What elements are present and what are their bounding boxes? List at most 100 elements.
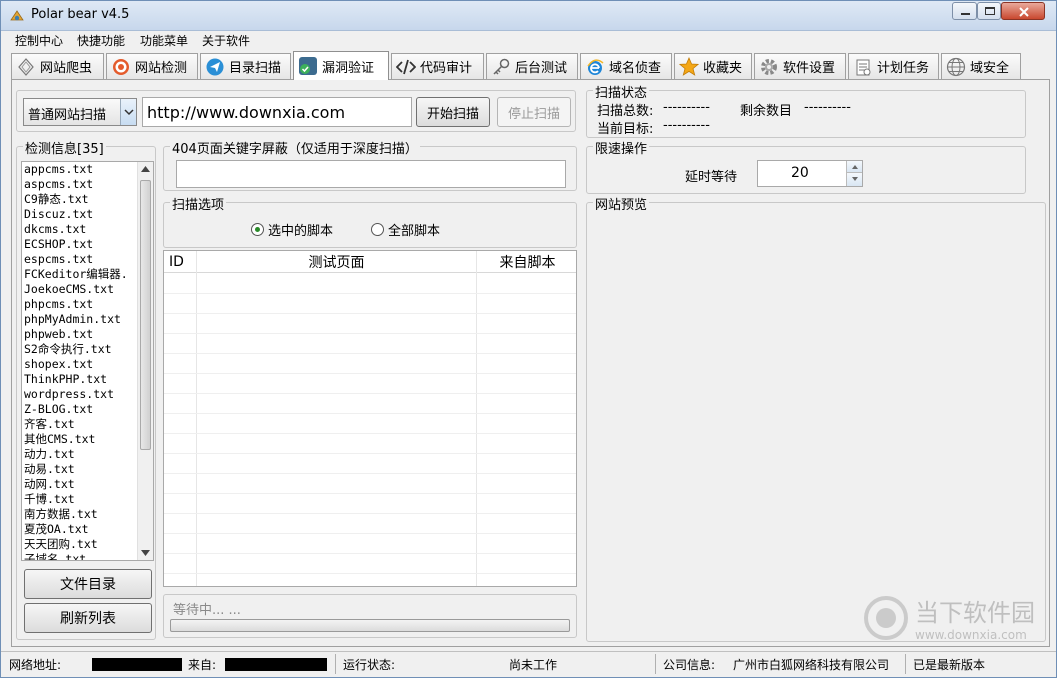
- list-item[interactable]: 天天团购.txt: [22, 537, 153, 552]
- site-preview-legend: 网站预览: [593, 194, 650, 213]
- chevron-down-icon: [120, 99, 136, 125]
- maximize-icon: [985, 7, 995, 15]
- list-item[interactable]: espcms.txt: [22, 252, 153, 267]
- list-item[interactable]: Discuz.txt: [22, 207, 153, 222]
- tab-favorites[interactable]: 收藏夹: [674, 53, 752, 79]
- radio-checked-icon: [251, 223, 264, 236]
- scan-mode-select[interactable]: 普通网站扫描: [23, 98, 137, 126]
- tab-crawler[interactable]: 网站爬虫: [11, 53, 104, 79]
- list-item[interactable]: ThinkPHP.txt: [22, 372, 153, 387]
- stepper-down-button[interactable]: [846, 173, 862, 186]
- maximize-button[interactable]: [977, 2, 1001, 20]
- scan-total-value: ----------: [663, 100, 710, 115]
- browser-e-icon: [585, 57, 605, 77]
- column-header-script[interactable]: 来自脚本: [476, 251, 576, 273]
- grid-row-line: [164, 453, 576, 454]
- progress-group: 等待中... ...: [163, 594, 577, 638]
- list-item[interactable]: phpweb.txt: [22, 327, 153, 342]
- watermark: 当下软件园 www.downxia.com: [863, 593, 1035, 642]
- list-item[interactable]: 动网.txt: [22, 477, 153, 492]
- list-item[interactable]: phpMyAdmin.txt: [22, 312, 153, 327]
- tab-admin-test[interactable]: 后台测试: [486, 53, 578, 79]
- column-header-id[interactable]: ID: [164, 251, 196, 273]
- menu-functions[interactable]: 功能菜单: [140, 32, 188, 49]
- list-item[interactable]: 齐客.txt: [22, 417, 153, 432]
- chevron-down-icon: [852, 177, 858, 181]
- list-item[interactable]: C9静态.txt: [22, 192, 153, 207]
- url-input[interactable]: [142, 97, 412, 127]
- tab-code-audit[interactable]: 代码审计: [391, 53, 484, 79]
- file-directory-button[interactable]: 文件目录: [24, 569, 152, 599]
- radio-all-label: 全部脚本: [388, 224, 441, 239]
- radio-selected-scripts[interactable]: 选中的脚本: [251, 220, 333, 239]
- list-item[interactable]: 动力.txt: [22, 447, 153, 462]
- start-scan-button[interactable]: 开始扫描: [416, 97, 490, 127]
- list-item[interactable]: dkcms.txt: [22, 222, 153, 237]
- net-address-label: 网络地址:: [9, 658, 62, 672]
- window-title: Polar bear v4.5: [31, 7, 130, 22]
- list-item[interactable]: FCKeditor编辑器.: [22, 267, 153, 282]
- list-item[interactable]: JoekoeCMS.txt: [22, 282, 153, 297]
- scan-status-legend: 扫描状态: [593, 82, 650, 101]
- target-icon: [111, 57, 131, 77]
- list-item[interactable]: 千博.txt: [22, 492, 153, 507]
- list-item[interactable]: aspcms.txt: [22, 177, 153, 192]
- run-state-label: 运行状态:: [343, 658, 396, 672]
- menu-bar: 控制中心 快捷功能 功能菜单 关于软件: [1, 31, 1056, 49]
- shield-check-icon: [298, 56, 318, 76]
- close-icon: [1019, 7, 1029, 17]
- keyword-block-group: 404页面关键字屏蔽（仅适用于深度扫描）: [163, 138, 577, 191]
- grid-row-line: [164, 313, 576, 314]
- detect-info-group: 检测信息[35] appcms.txt aspcms.txt C9静态.txt Dis…: [16, 138, 156, 640]
- list-item[interactable]: Z-BLOG.txt: [22, 402, 153, 417]
- stepper-up-button[interactable]: [846, 161, 862, 173]
- redacted-location: [225, 658, 327, 671]
- tab-domain-security[interactable]: 域安全: [941, 53, 1021, 79]
- script-list-scrollbar[interactable]: [137, 162, 153, 560]
- list-item[interactable]: shopex.txt: [22, 357, 153, 372]
- status-separator: [905, 654, 906, 674]
- grid-row-line: [164, 513, 576, 514]
- tab-label: 网站检测: [135, 61, 188, 76]
- list-item[interactable]: S2命令执行.txt: [22, 342, 153, 357]
- list-item[interactable]: phpcms.txt: [22, 297, 153, 312]
- results-table[interactable]: ID 测试页面 来自脚本: [163, 250, 577, 587]
- tab-domain-recon[interactable]: 域名侦查: [580, 53, 672, 79]
- watermark-text: 当下软件园: [915, 599, 1035, 627]
- list-item[interactable]: wordpress.txt: [22, 387, 153, 402]
- refresh-list-button[interactable]: 刷新列表: [24, 603, 152, 633]
- keyword-block-input[interactable]: [176, 160, 566, 188]
- menu-shortcuts[interactable]: 快捷功能: [77, 32, 125, 49]
- menu-control-center[interactable]: 控制中心: [15, 32, 63, 49]
- list-item[interactable]: 其他CMS.txt: [22, 432, 153, 447]
- tab-vuln-verify[interactable]: 漏洞验证: [293, 51, 389, 80]
- app-window: Polar bear v4.5 控制中心 快捷功能 功能菜单 关于软件 网站爬虫…: [0, 0, 1057, 678]
- list-item[interactable]: ECSHOP.txt: [22, 237, 153, 252]
- close-button[interactable]: [1001, 2, 1045, 20]
- scan-options-legend: 扫描选项: [170, 194, 227, 213]
- menu-about[interactable]: 关于软件: [202, 32, 250, 49]
- list-item[interactable]: 子域名.txt: [22, 552, 153, 560]
- version-status: 已是最新版本: [913, 658, 986, 672]
- column-header-page[interactable]: 测试页面: [196, 251, 476, 273]
- script-list-scroll-thumb[interactable]: [140, 180, 151, 450]
- list-item[interactable]: 南方数据.txt: [22, 507, 153, 522]
- list-item[interactable]: 夏茂OA.txt: [22, 522, 153, 537]
- list-item[interactable]: appcms.txt: [22, 162, 153, 177]
- polar-bear-icon: [10, 10, 24, 21]
- tab-settings[interactable]: 软件设置: [754, 53, 846, 79]
- minimize-button[interactable]: [952, 2, 977, 20]
- delay-stepper[interactable]: 20: [757, 160, 863, 187]
- grid-row-line: [164, 293, 576, 294]
- stop-scan-button[interactable]: 停止扫描: [497, 97, 571, 127]
- delay-value: 20: [791, 165, 809, 181]
- grid-row-line: [164, 413, 576, 414]
- tab-dir-scan[interactable]: 目录扫描: [200, 53, 291, 79]
- tab-scheduled[interactable]: 计划任务: [848, 53, 939, 79]
- radio-all-scripts[interactable]: 全部脚本: [371, 220, 440, 239]
- tab-site-check[interactable]: 网站检测: [106, 53, 198, 79]
- script-list[interactable]: appcms.txt aspcms.txt C9静态.txt Discuz.txt dk…: [21, 161, 154, 561]
- list-item[interactable]: 动易.txt: [22, 462, 153, 477]
- tab-label: 收藏夹: [703, 61, 743, 76]
- tab-label: 代码审计: [420, 61, 473, 76]
